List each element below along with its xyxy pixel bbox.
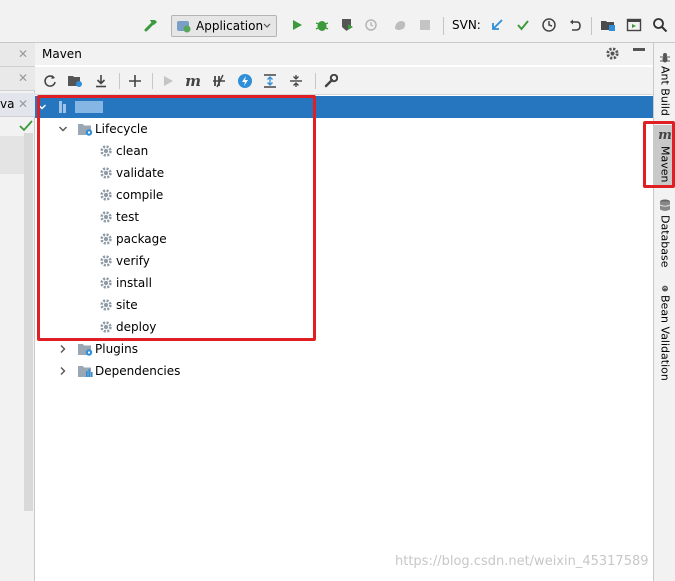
watermark: https://blog.csdn.net/weixin_45317589 [395,554,649,569]
chevron-down-icon [263,23,271,28]
highlight-box-lifecycle [37,95,316,341]
maven-toolbar: m [35,67,653,95]
check-icon [19,120,33,132]
dependencies-label: Dependencies [95,364,181,378]
debug-icon[interactable] [312,15,332,35]
attach-icon[interactable] [390,15,410,35]
tool-tab-label: Database [658,215,672,268]
editor-tabs-strip: ✕ ✕ va ✕ [0,43,35,581]
run-maven-build-icon[interactable] [159,72,177,90]
application-config-icon [177,21,191,33]
add-icon[interactable] [126,72,144,90]
tool-tab-label: Bean Validation [658,295,672,381]
plugins-folder-icon [78,343,93,356]
tree-plugins-row[interactable]: Plugins [35,338,653,360]
editor-tab-label: va [0,97,15,111]
svn-label: SVN: [452,18,481,32]
maven-settings-wrench-icon[interactable] [322,72,340,90]
revert-icon[interactable] [565,15,585,35]
run-configuration-label: Application [196,19,264,33]
bean-icon [662,285,668,292]
maven-title: Maven [42,47,82,61]
run-with-coverage-icon[interactable] [337,15,357,35]
ant-icon [660,53,670,63]
database-icon [659,199,671,211]
settings-gear-icon[interactable] [605,46,620,61]
svn-update-icon[interactable] [487,15,507,35]
close-icon[interactable]: ✕ [18,71,28,85]
editor-tab[interactable]: ✕ [0,67,35,91]
run-window-icon[interactable] [624,15,644,35]
editor-tab[interactable]: ✕ [0,43,35,67]
dependencies-folder-icon [78,365,93,377]
chevron-right-icon[interactable] [58,344,68,354]
close-icon[interactable]: ✕ [18,47,28,61]
tool-tab-ant-build[interactable]: Ant Build [654,51,675,117]
maven-header: Maven [35,43,653,65]
expand-all-icon[interactable] [261,72,279,90]
chevron-right-icon[interactable] [58,366,68,376]
tool-tab-bean-validation[interactable]: Bean Validation [654,285,675,381]
history-icon[interactable] [539,15,559,35]
plugins-label: Plugins [95,342,138,356]
close-icon[interactable]: ✕ [18,97,28,111]
project-structure-icon[interactable] [598,15,618,35]
skip-tests-icon[interactable] [236,72,254,90]
svn-commit-icon[interactable] [513,15,533,35]
run-icon[interactable] [287,15,307,35]
tool-tab-database[interactable]: Database [654,199,675,269]
download-icon[interactable] [92,72,110,90]
minimize-icon[interactable] [633,48,645,51]
toggle-offline-icon[interactable] [210,72,228,90]
main-toolbar: Application SVN: [0,0,675,43]
highlight-box-maven-tab [643,121,675,188]
search-icon[interactable] [650,15,670,35]
tree-dependencies-row[interactable]: Dependencies [35,360,653,382]
tool-tab-label: Ant Build [658,66,672,116]
editor-tab-active[interactable]: va ✕ [0,93,35,117]
run-configuration-dropdown[interactable]: Application [171,15,277,37]
reload-icon[interactable] [41,72,59,90]
execute-maven-goal-icon[interactable]: m [184,72,202,90]
generate-sources-icon[interactable] [66,72,84,90]
profile-icon[interactable] [362,15,382,35]
collapse-all-icon[interactable] [287,72,305,90]
stop-icon[interactable] [415,15,435,35]
build-hammer-icon[interactable] [141,15,161,35]
gutter-highlight [0,136,24,174]
vertical-scrollbar[interactable] [24,133,33,511]
